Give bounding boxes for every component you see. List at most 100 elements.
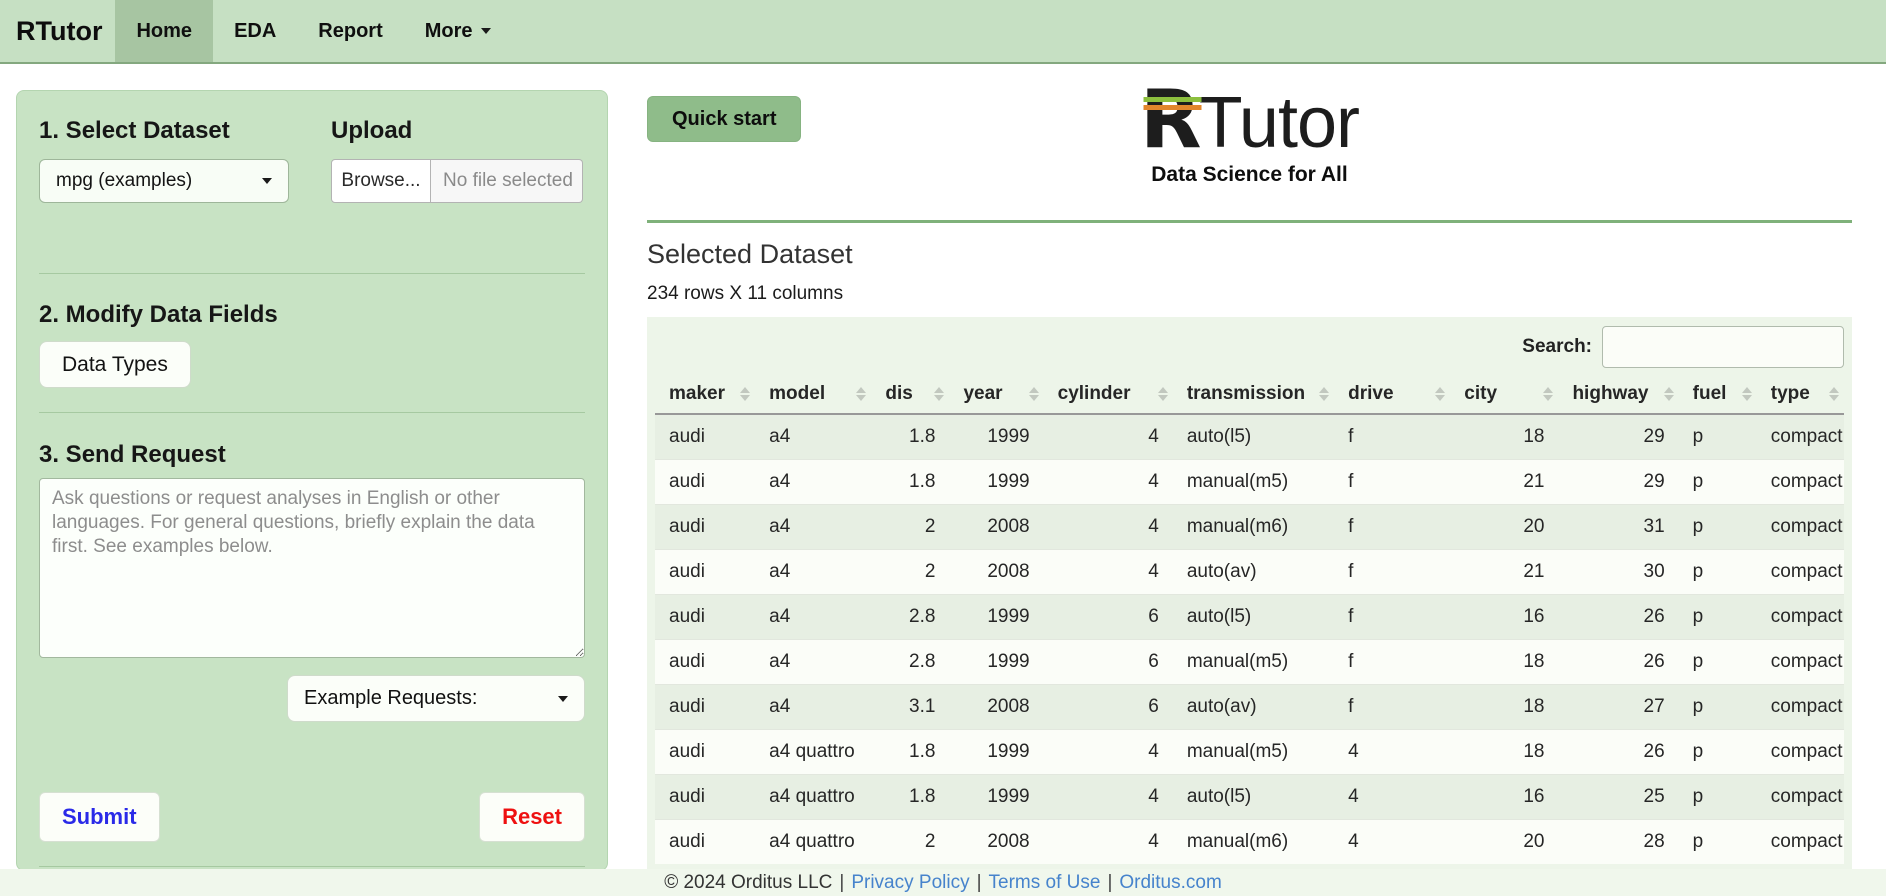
table-cell: p [1678,639,1757,685]
file-upload-widget: Browse... No file selected [331,159,587,203]
data-types-button[interactable]: Data Types [39,341,191,388]
footer-separator: | [1107,872,1113,893]
search-input[interactable] [1602,326,1844,368]
footer-link-privacy-policy[interactable]: Privacy Policy [851,872,969,894]
table-cell: 1999 [949,729,1044,775]
table-cell: auto(av) [1172,549,1335,595]
table-cell: 2 [871,504,950,550]
column-header-fuel[interactable]: fuel [1678,375,1757,415]
table-cell: 30 [1558,549,1679,595]
table-row: audi a4 quattro 1.8 1999 4 manual(m5) 4 18 26 p co… [655,729,1844,775]
table-cell: 26 [1558,639,1679,685]
green-divider [647,220,1852,223]
table-cell: p [1678,594,1757,640]
logo-tagline: Data Science for All [1151,163,1348,186]
column-header-type[interactable]: type [1756,375,1844,415]
table-cell: 4 [1334,729,1451,775]
column-header-label: year [963,383,1003,404]
footer-link-terms-of-use[interactable]: Terms of Use [989,872,1101,894]
column-header-highway[interactable]: highway [1558,375,1679,415]
table-cell: 6 [1043,639,1173,685]
column-header-model[interactable]: model [755,375,872,415]
sort-icon [1157,387,1168,401]
example-requests-select[interactable]: Example Requests: [287,675,585,722]
table-cell: compact [1756,684,1844,730]
table-cell: audi [669,426,705,447]
footer-copyright: © 2024 Orditus LLC [664,872,833,893]
nav-item-more[interactable]: More [404,0,512,62]
column-header-label: cylinder [1057,383,1131,404]
column-header-maker[interactable]: maker [655,375,756,415]
table-cell: 1.8 [871,774,950,820]
table-cell: manual(m5) [1172,459,1335,505]
table-cell: a4 quattro [755,729,872,775]
nav-item-report[interactable]: Report [297,0,403,62]
column-header-dis[interactable]: dis [871,375,950,415]
table-cell: compact [1756,594,1844,640]
table-cell: 16 [1450,774,1559,820]
footer-link-orditus-com[interactable]: Orditus.com [1119,872,1221,894]
table-cell: f [1334,594,1451,640]
table-cell: manual(m5) [1172,639,1335,685]
column-header-cylinder[interactable]: cylinder [1043,375,1173,415]
nav-item-eda[interactable]: EDA [213,0,297,62]
column-header-transmission[interactable]: transmission [1172,375,1335,415]
table-cell: 1999 [949,774,1044,820]
dataset-dimensions: 234 rows X 11 columns [647,283,844,304]
submit-button[interactable]: Submit [39,792,160,842]
nav-item-label: Home [136,19,193,42]
table-cell: audi [655,594,756,640]
dataset-table-card: Search: maker model dis year cylinder transmi… [647,317,1852,870]
nav-item-home[interactable]: Home [115,0,214,62]
browse-button[interactable]: Browse... [331,159,431,203]
logo-r-glyph: R [1140,73,1202,166]
divider [39,273,585,274]
column-header-year[interactable]: year [949,375,1044,415]
table-cell: a4 quattro [755,819,872,864]
column-header-city[interactable]: city [1450,375,1559,415]
table-cell: 18 [1450,684,1559,730]
table-cell: audi [655,639,756,685]
reset-button[interactable]: Reset [479,792,585,842]
table-cell: auto(l5) [1172,774,1335,820]
chevron-down-icon [480,28,491,34]
table-cell: 6 [1043,684,1173,730]
table-cell: a4 [769,426,791,447]
table-cell: 4 [1043,549,1173,595]
brand-rtutor[interactable]: RTutor [0,0,115,62]
table-cell: 27 [1558,684,1679,730]
table-cell: compact [1756,504,1844,550]
request-textarea[interactable] [39,478,585,658]
table-cell: 21 [1450,549,1559,595]
table-cell: f [1334,459,1451,505]
column-header-drive[interactable]: drive [1334,375,1451,415]
table-cell: 1.8 [871,729,950,775]
sort-icon [740,387,751,401]
table-row: audi a4 2.8 1999 6 manual(m5) f 18 26 p compact [655,639,1844,685]
column-header-label: transmission [1186,383,1306,404]
table-cell: 31 [1558,504,1679,550]
upload-title: Upload [331,117,413,144]
sidebar-panel: 1. Select Dataset mpg (examples) Upload … [16,90,608,871]
table-cell: a4 [755,459,872,505]
table-cell: 4 [1334,819,1451,864]
table-cell: f [1334,684,1451,730]
section-select-dataset-title: 1. Select Dataset [39,117,230,144]
table-cell: 26 [1558,594,1679,640]
table-row: audi a4 quattro 2 2008 4 manual(m6) 4 20 28 p comp… [655,819,1844,864]
navbar: RTutor Home EDA Report More [0,0,1886,64]
table-cell: 2008 [949,549,1044,595]
table-cell: p [1678,549,1757,595]
table-search-row: Search: [655,325,1844,369]
dataset-select-value: mpg (examples) [56,170,193,191]
table-cell: 1.8 [909,426,936,447]
logo-stripe-orange [1143,105,1202,110]
column-header-label: highway [1572,383,1649,404]
table-header-row: maker model dis year cylinder transmission dri… [655,375,1844,415]
table-cell: 4 [1334,774,1451,820]
dataset-select[interactable]: mpg (examples) [39,159,289,203]
file-status-field: No file selected [431,159,583,203]
quick-start-button[interactable]: Quick start [647,96,802,142]
sort-icon [1741,387,1752,401]
table-cell: 1.8 [871,459,950,505]
